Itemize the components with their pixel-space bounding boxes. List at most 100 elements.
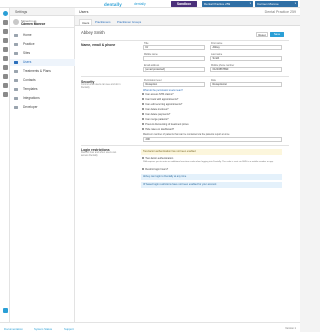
max-patients-field[interactable]: 200 <box>143 137 282 142</box>
sandbox-badge: Sandbox <box>171 1 197 7</box>
middle-name-field[interactable] <box>143 56 205 61</box>
checkbox-label: Can access NHS claims? <box>145 93 174 96</box>
users-icon <box>14 60 18 64</box>
settings-sidebar: Signed in as Carmen Monroe Home Practice… <box>10 16 75 322</box>
templates-icon <box>14 87 18 91</box>
developer-icon <box>14 105 18 109</box>
permission-help-link[interactable]: What do the permission levels mean? <box>143 89 183 92</box>
sidebar-item-label: Treatments & Plans <box>23 69 51 73</box>
sidebar-item-label: Users <box>23 60 32 64</box>
ip-restriction-info: IP based login restrictions have not bee… <box>141 182 282 188</box>
checkbox-box <box>142 157 145 160</box>
user-panel: Abbey Smith Reset Save Name, email & pho… <box>75 25 300 322</box>
max-patients-label: Maximum number of patients that can be c… <box>143 133 230 136</box>
sidebar-item-treatments[interactable]: Treatments & Plans <box>10 68 75 75</box>
checkbox-delete-invoices[interactable]: Can delete invoices? <box>142 108 169 111</box>
main-header: Users Dental Practice 259 <box>75 8 300 16</box>
checkbox-box <box>142 108 145 111</box>
checkbox-delete-payments[interactable]: Can delete payments? <box>142 113 170 116</box>
checkbox-label: Two-factor authentication <box>145 157 174 160</box>
checkbox-box <box>142 118 145 121</box>
checkbox-edit-recurring[interactable]: Can edit recurring appointments? <box>142 103 182 106</box>
page-title: Users <box>79 10 89 14</box>
system-status-link[interactable]: System Status <box>34 327 52 331</box>
permission-value: Reception <box>145 83 158 86</box>
payments-icon[interactable] <box>2 65 8 70</box>
user-name-title: Abbey Smith <box>81 30 105 35</box>
role-select[interactable]: Receptionist <box>210 82 282 87</box>
checkbox-nhs-claims[interactable]: Can access NHS claims? <box>142 93 174 96</box>
divider <box>81 40 289 41</box>
checkbox-two-factor[interactable]: Two-factor authentication <box>142 157 173 160</box>
messages-icon[interactable] <box>2 47 8 52</box>
save-button[interactable]: Save <box>270 32 284 37</box>
sites-icon <box>14 51 18 55</box>
login-desc: Restrict how and when users can access D… <box>81 151 117 157</box>
reset-button[interactable]: Reset <box>256 32 268 37</box>
calendar-icon[interactable] <box>2 29 8 34</box>
divider <box>81 145 289 146</box>
sidebar-item-home[interactable]: Home <box>10 32 75 39</box>
footer: Documentation System Status Support Vers… <box>0 322 300 332</box>
sidebar-item-practice[interactable]: Practice <box>10 41 75 48</box>
icon-rail <box>0 8 10 332</box>
mobile-field[interactable]: 01234567890 <box>210 67 282 72</box>
tfa-desc: 2FA requires you to enter an additional … <box>143 161 274 163</box>
checkbox-box <box>142 123 145 126</box>
last-name-field[interactable]: Smith <box>210 56 282 61</box>
version-label: Version 1 <box>285 326 296 330</box>
signed-in-name: Carmen Monroe <box>21 22 46 26</box>
checkbox-box <box>142 168 145 171</box>
stock-icon[interactable] <box>2 74 8 79</box>
brand-logo[interactable]: dentally <box>104 2 122 7</box>
title-field[interactable]: Dr <box>143 45 205 50</box>
patients-icon[interactable] <box>2 38 8 43</box>
sidebar-item-label: Integrations <box>23 96 40 100</box>
chevron-down-icon: ▾ <box>249 2 251 5</box>
treatments-icon <box>14 69 18 73</box>
sidebar-item-label: Contacts <box>23 78 36 82</box>
sidebar-item-integrations[interactable]: Integrations <box>10 95 75 102</box>
checkbox-label: Can merge patients? <box>145 118 169 121</box>
email-field[interactable]: [email protected] <box>143 67 205 72</box>
checkbox-book-appointments[interactable]: Can book with appointments? <box>142 98 178 101</box>
practice-selector[interactable]: Dental Practice 259 ▾ <box>202 1 253 7</box>
reports-icon[interactable] <box>2 56 8 61</box>
tabs: Users Practitioners Practitioner Groups <box>75 16 300 25</box>
home-icon <box>14 33 18 37</box>
settings-title: Settings <box>15 10 28 14</box>
practice-selector-label: Dental Practice 259 <box>204 2 231 6</box>
avatar <box>13 19 19 25</box>
documentation-link[interactable]: Documentation <box>4 327 23 331</box>
sidebar-item-users[interactable]: Users <box>10 59 75 66</box>
permission-select[interactable]: Reception <box>143 82 205 87</box>
user-menu-label: Carmen Monroe <box>257 2 279 6</box>
chevron-down-icon: ▾ <box>294 2 296 5</box>
search-icon[interactable] <box>2 20 8 25</box>
checkbox-box <box>142 128 145 131</box>
first-name-field[interactable]: Abbey <box>210 45 282 50</box>
checkbox-label: Can edit recurring appointments? <box>145 103 183 106</box>
sidebar-item-label: Sites <box>23 51 31 55</box>
checkbox-merge-patients[interactable]: Can merge patients? <box>142 118 169 121</box>
checkbox-hide-rates[interactable]: Hide rates on dashboard? <box>142 128 174 131</box>
support-link[interactable]: Support <box>64 327 74 331</box>
sidebar-item-contacts[interactable]: Contacts <box>10 77 75 84</box>
gear-icon[interactable] <box>2 308 8 313</box>
signed-in-block: Signed in as Carmen Monroe <box>10 16 74 28</box>
documents-icon[interactable] <box>2 92 8 97</box>
sidebar-item-label: Templates <box>23 87 38 91</box>
checkbox-prevent-discounting[interactable]: Prevent discounting of treatment prices <box>142 123 189 126</box>
brand-logo-secondary: dentally <box>134 2 146 7</box>
sidebar-item-sites[interactable]: Sites <box>10 50 75 57</box>
sidebar-item-label: Practice <box>23 42 35 46</box>
checkbox-restrict-login-hours[interactable]: Restrict login hours? <box>142 168 168 171</box>
tasks-icon[interactable] <box>2 83 8 88</box>
home-icon[interactable] <box>2 11 8 16</box>
sidebar-item-developer[interactable]: Developer <box>10 104 75 111</box>
sidebar-item-templates[interactable]: Templates <box>10 86 75 93</box>
security-desc: Control what users can see and do in Den… <box>81 83 121 89</box>
checkbox-label: Can book with appointments? <box>145 98 179 101</box>
checkbox-label: Prevent discounting of treatment prices <box>145 123 189 126</box>
user-menu[interactable]: Carmen Monroe ▾ <box>255 1 298 7</box>
